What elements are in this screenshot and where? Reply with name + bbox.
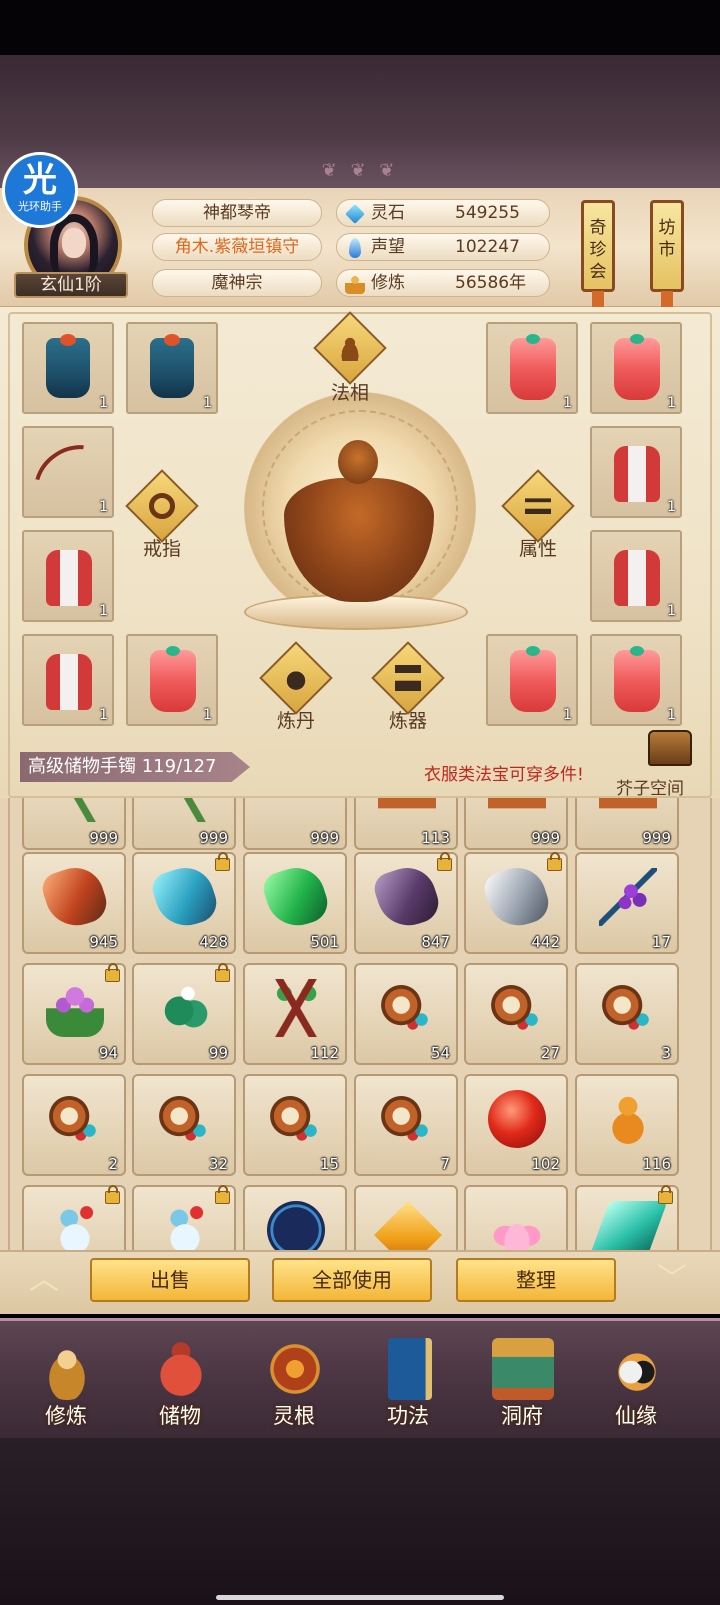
figure-head xyxy=(338,440,378,484)
robe-icon xyxy=(510,646,556,712)
spirit-root-icon xyxy=(264,1338,326,1400)
mustard-space-label[interactable]: 芥子空间 xyxy=(616,774,684,799)
cauldron-icon xyxy=(283,665,309,691)
nav-item-technique[interactable]: 功法 xyxy=(358,1330,458,1434)
robe-icon xyxy=(150,334,194,398)
equip-slot[interactable]: 1 xyxy=(22,322,114,414)
equip-slot[interactable]: 1 xyxy=(590,530,682,622)
equip-slot[interactable]: 1 xyxy=(590,634,682,726)
qizhenhui-button[interactable]: 奇珍会 xyxy=(581,200,615,313)
player-sect: 魔神宗 xyxy=(152,269,322,297)
nav-item-spirit-root[interactable]: 灵根 xyxy=(244,1330,344,1434)
robe-icon xyxy=(510,334,556,400)
ring-label: 戒指 xyxy=(142,538,181,560)
equip-slot[interactable]: 1 xyxy=(22,530,114,622)
resource-value: 56586年 xyxy=(455,273,527,293)
market-button[interactable]: 坊市 xyxy=(650,200,684,313)
ring-icon xyxy=(149,493,175,519)
equip-slot[interactable]: 1 xyxy=(486,322,578,414)
bag-tip: 衣服类法宝可穿多件! xyxy=(424,765,584,785)
robe-icon xyxy=(614,646,660,712)
rank-label: 玄仙1阶 xyxy=(14,272,128,298)
fame-icon xyxy=(349,238,361,258)
anvil-icon xyxy=(395,665,421,691)
cultivate-icon xyxy=(36,1338,98,1400)
alchemy-label: 炼丹 xyxy=(276,710,315,732)
attribute-label: 属性 xyxy=(518,538,557,560)
resource-value: 549255 xyxy=(455,203,520,223)
bottom-background xyxy=(0,1438,720,1605)
forge-label: 炼器 xyxy=(388,710,427,732)
robe-icon xyxy=(614,446,660,502)
sort-button[interactable]: 整理 xyxy=(456,1258,616,1302)
equip-slot[interactable]: 1 xyxy=(126,634,218,726)
inventory-frame xyxy=(8,798,712,1250)
player-honor[interactable]: 角木.紫薇垣镇守 xyxy=(152,233,322,261)
resource-spirit-stone: 灵石 549255 xyxy=(336,199,550,227)
nav-item-storage[interactable]: 储物 xyxy=(130,1330,230,1434)
cultivation-icon xyxy=(345,274,365,294)
treasure-chest-icon[interactable] xyxy=(648,730,692,766)
resource-cultivation: 修炼 56586年 xyxy=(336,269,550,297)
robe-icon xyxy=(46,334,90,398)
equip-slot[interactable]: 1 xyxy=(126,322,218,414)
use-all-button[interactable]: 全部使用 xyxy=(272,1258,432,1302)
faxiang-label: 法相 xyxy=(330,382,369,404)
equip-slot[interactable]: 1 xyxy=(20,426,124,530)
equip-slot[interactable]: 1 xyxy=(22,634,114,726)
scroll-up-icon[interactable]: ︿ xyxy=(22,1265,66,1295)
resource-value: 102247 xyxy=(455,237,520,257)
spirit-stone-icon xyxy=(345,204,365,224)
resource-fame: 声望 102247 xyxy=(336,233,550,261)
assistant-badge[interactable]: 光 光环助手 xyxy=(2,152,78,228)
robe-icon xyxy=(614,334,660,400)
scroll-down-icon[interactable]: ﹀ xyxy=(650,1265,694,1295)
resource-label: 声望 xyxy=(371,237,405,257)
nav-item-cave-abode[interactable]: 洞府 xyxy=(472,1330,572,1434)
hat-icon xyxy=(525,493,551,519)
equip-slot[interactable]: 1 xyxy=(590,322,682,414)
home-indicator[interactable] xyxy=(216,1595,504,1600)
nav-item-immortal-fate[interactable]: 仙缘 xyxy=(586,1330,686,1434)
resource-label: 灵石 xyxy=(371,203,405,223)
status-bar xyxy=(0,0,720,55)
avatar-face xyxy=(62,228,86,258)
meditation-icon xyxy=(337,335,363,361)
ornament: ❦ ❦ ❦ xyxy=(321,160,399,181)
resource-label: 修炼 xyxy=(371,273,405,293)
cave-abode-icon xyxy=(492,1338,554,1400)
technique-book-icon xyxy=(388,1338,432,1400)
player-title: 神都琴帝 xyxy=(152,199,322,227)
robe-icon xyxy=(614,550,660,606)
nav-item-cultivate[interactable]: 修炼 xyxy=(16,1330,116,1434)
bag-capacity: 高级储物手镯 119/127 xyxy=(20,752,250,782)
assistant-icon-text: 光 xyxy=(23,160,57,200)
robe-icon xyxy=(46,550,92,606)
sell-button[interactable]: 出售 xyxy=(90,1258,250,1302)
equip-slot[interactable]: 1 xyxy=(486,634,578,726)
storage-bag-icon xyxy=(150,1338,212,1400)
assistant-label: 光环助手 xyxy=(18,200,62,213)
equip-slot[interactable]: 1 xyxy=(590,426,682,518)
immortal-fate-icon xyxy=(606,1338,668,1400)
robe-icon xyxy=(150,646,196,712)
robe-icon xyxy=(46,654,92,710)
